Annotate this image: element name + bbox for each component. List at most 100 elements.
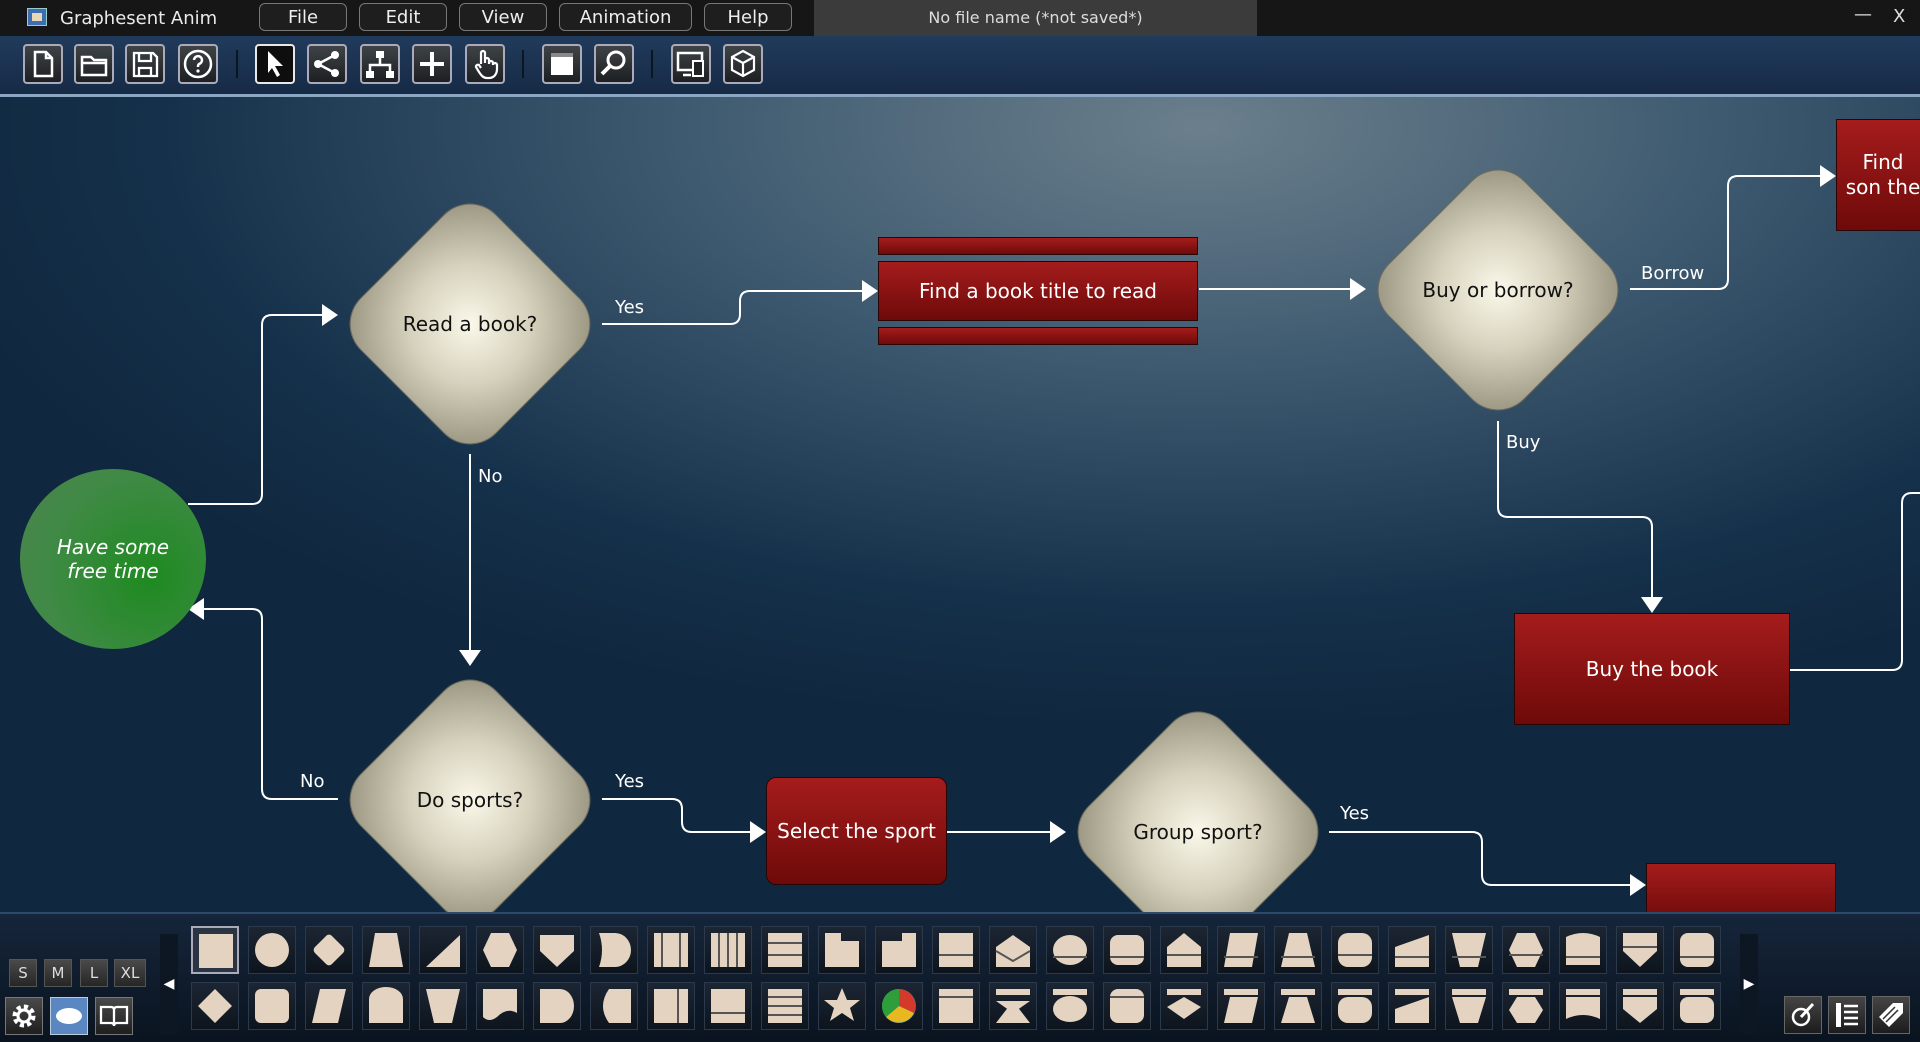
ellipse-shape-button[interactable]	[50, 997, 88, 1035]
palette-shape-bottom-1[interactable]	[191, 982, 239, 1030]
palette-shape-top-15[interactable]	[989, 926, 1037, 974]
palette-shape-bottom-26[interactable]	[1616, 982, 1664, 1030]
cube-3d-button[interactable]	[723, 44, 763, 84]
node-buy-or-borrow[interactable]: Buy or borrow?	[1363, 155, 1633, 425]
size-l-button[interactable]: L	[80, 959, 108, 987]
palette-shape-top-9[interactable]	[647, 926, 695, 974]
close-button[interactable]: X	[1893, 6, 1905, 27]
menu-view[interactable]: View	[459, 3, 547, 31]
brush-button[interactable]	[1784, 996, 1822, 1034]
palette-scroll-left[interactable]: ◀	[160, 934, 178, 1034]
palette-shape-top-4[interactable]	[362, 926, 410, 974]
node-select-sport[interactable]: Select the sport	[766, 777, 947, 885]
palette-shape-bottom-9[interactable]	[647, 982, 695, 1030]
palette-shape-bottom-4[interactable]	[362, 982, 410, 1030]
palette-shape-bottom-21[interactable]	[1331, 982, 1379, 1030]
size-m-button[interactable]: M	[44, 959, 72, 987]
palette-shape-bottom-16[interactable]	[1046, 982, 1094, 1030]
palette-scroll-right[interactable]: ▶	[1740, 934, 1758, 1034]
save-button[interactable]	[125, 44, 165, 84]
minimize-button[interactable]: —	[1854, 4, 1872, 25]
palette-shape-bottom-3[interactable]	[305, 982, 353, 1030]
palette-shape-top-13[interactable]	[875, 926, 923, 974]
select-tool-button[interactable]	[255, 44, 295, 84]
palette-shape-bottom-7[interactable]	[533, 982, 581, 1030]
menu-file[interactable]: File	[259, 3, 347, 31]
palette-shape-bottom-27[interactable]	[1673, 982, 1721, 1030]
list-button[interactable]	[1828, 996, 1866, 1034]
palette-shape-bottom-11[interactable]	[761, 982, 809, 1030]
palette-shape-top-17[interactable]	[1103, 926, 1151, 974]
zoom-tool-button[interactable]	[594, 44, 634, 84]
new-file-button[interactable]	[23, 44, 63, 84]
palette-shape-top-25[interactable]	[1559, 926, 1607, 974]
palette-shape-bottom-14[interactable]	[932, 982, 980, 1030]
node-group-sport[interactable]: Group sport?	[1063, 697, 1333, 912]
settings-button[interactable]	[5, 997, 43, 1035]
open-button[interactable]	[74, 44, 114, 84]
palette-shape-top-27[interactable]	[1673, 926, 1721, 974]
connector-group-yes[interactable]	[1329, 831, 1630, 886]
flowchart-canvas[interactable]: Have some free time Read a book? Find a …	[0, 97, 1920, 912]
add-tool-button[interactable]	[412, 44, 452, 84]
hierarchy-tool-button[interactable]	[360, 44, 400, 84]
help-button[interactable]	[178, 44, 218, 84]
size-xl-button[interactable]: XL	[114, 959, 146, 987]
share-tool-button[interactable]	[307, 44, 347, 84]
palette-shape-bottom-25[interactable]	[1559, 982, 1607, 1030]
palette-shape-top-24[interactable]	[1502, 926, 1550, 974]
palette-shape-bottom-22[interactable]	[1388, 982, 1436, 1030]
palette-shape-bottom-13[interactable]	[875, 982, 923, 1030]
palette-shape-top-19[interactable]	[1217, 926, 1265, 974]
palette-shape-bottom-12[interactable]	[818, 982, 866, 1030]
palette-shape-top-22[interactable]	[1388, 926, 1436, 974]
palette-shape-bottom-15[interactable]	[989, 982, 1037, 1030]
palette-shape-top-6[interactable]	[476, 926, 524, 974]
menu-animation[interactable]: Animation	[559, 3, 692, 31]
palette-shape-top-20[interactable]	[1274, 926, 1322, 974]
palette-shape-bottom-18[interactable]	[1160, 982, 1208, 1030]
node-do-sports[interactable]: Do sports?	[335, 665, 605, 912]
palette-shape-bottom-24[interactable]	[1502, 982, 1550, 1030]
palette-shape-bottom-8[interactable]	[590, 982, 638, 1030]
connector-buybook-right[interactable]	[1790, 492, 1920, 671]
palette-shape-top-12[interactable]	[818, 926, 866, 974]
palette-shape-top-14[interactable]	[932, 926, 980, 974]
palette-shape-bottom-19[interactable]	[1217, 982, 1265, 1030]
node-buy-book[interactable]: Buy the book	[1514, 613, 1790, 725]
node-start[interactable]: Have some free time	[20, 469, 206, 649]
size-s-button[interactable]: S	[9, 959, 37, 987]
palette-shape-bottom-6[interactable]	[476, 982, 524, 1030]
menu-help[interactable]: Help	[704, 3, 792, 31]
connector-sports-yes[interactable]	[602, 798, 750, 833]
palette-shape-bottom-5[interactable]	[419, 982, 467, 1030]
node-find-some[interactable]: Find son the	[1836, 119, 1920, 231]
palette-shape-top-26[interactable]	[1616, 926, 1664, 974]
connector-start-to-read[interactable]	[188, 314, 322, 505]
frame-tool-button[interactable]	[542, 44, 582, 84]
palette-shape-top-16[interactable]	[1046, 926, 1094, 974]
palette-shape-top-21[interactable]	[1331, 926, 1379, 974]
palette-shape-top-8[interactable]	[590, 926, 638, 974]
node-read-book[interactable]: Read a book?	[335, 189, 605, 459]
palette-shape-top-3[interactable]	[305, 926, 353, 974]
palette-shape-top-11[interactable]	[761, 926, 809, 974]
palette-shape-top-7[interactable]	[533, 926, 581, 974]
tag-button[interactable]	[1872, 996, 1910, 1034]
library-button[interactable]	[95, 997, 133, 1035]
menu-edit[interactable]: Edit	[359, 3, 447, 31]
palette-shape-bottom-2[interactable]	[248, 982, 296, 1030]
device-preview-button[interactable]	[671, 44, 711, 84]
palette-shape-top-1[interactable]	[191, 926, 239, 974]
palette-shape-top-2[interactable]	[248, 926, 296, 974]
palette-shape-bottom-17[interactable]	[1103, 982, 1151, 1030]
palette-shape-top-5[interactable]	[419, 926, 467, 974]
node-find-title[interactable]: Find a book title to read	[878, 261, 1198, 321]
palette-shape-bottom-20[interactable]	[1274, 982, 1322, 1030]
palette-shape-top-18[interactable]	[1160, 926, 1208, 974]
palette-shape-top-10[interactable]	[704, 926, 752, 974]
node-partial-bottom-right[interactable]	[1646, 863, 1836, 912]
hand-tool-button[interactable]	[465, 44, 505, 84]
palette-shape-bottom-10[interactable]	[704, 982, 752, 1030]
palette-shape-bottom-23[interactable]	[1445, 982, 1493, 1030]
